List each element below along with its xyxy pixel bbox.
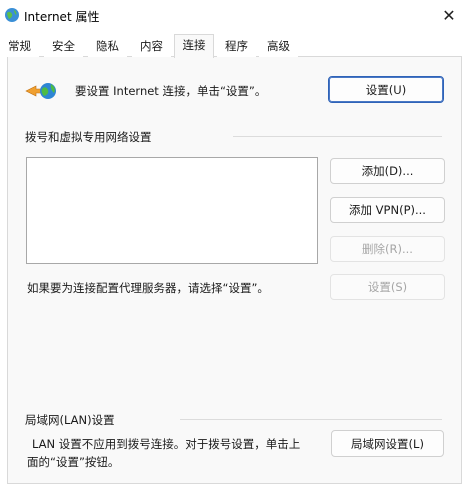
tab-privacy[interactable]: 隐私 bbox=[88, 35, 127, 57]
setup-button[interactable]: 设置(U) bbox=[328, 76, 444, 103]
dialup-group-label: 拨号和虚拟专用网络设置 bbox=[25, 130, 152, 144]
tab-security[interactable]: 安全 bbox=[44, 35, 83, 57]
lan-description-line1: LAN 设置不应用到拨号连接。对于拨号设置，单击上 bbox=[32, 437, 301, 451]
lan-group-divider bbox=[180, 419, 442, 420]
tab-general[interactable]: 常规 bbox=[0, 35, 39, 57]
lan-description-line2: 面的“设置”按钮。 bbox=[27, 455, 120, 469]
add-connection-button[interactable]: 添加(D)... bbox=[330, 158, 445, 184]
connections-list[interactable] bbox=[26, 157, 318, 264]
close-icon: ✕ bbox=[442, 5, 456, 25]
add-vpn-button[interactable]: 添加 VPN(P)... bbox=[330, 197, 445, 223]
tab-connections[interactable]: 连接 bbox=[174, 34, 214, 58]
window-title: Internet 属性 bbox=[24, 10, 100, 24]
lan-group-label: 局域网(LAN)设置 bbox=[25, 413, 115, 427]
setup-description: 要设置 Internet 连接，单击“设置”。 bbox=[75, 84, 267, 98]
tab-programs[interactable]: 程序 bbox=[217, 35, 256, 57]
title-bar: Internet 属性 ✕ bbox=[0, 0, 469, 30]
close-button[interactable]: ✕ bbox=[429, 0, 469, 30]
tab-advanced[interactable]: 高级 bbox=[259, 35, 298, 57]
connection-settings-button[interactable]: 设置(S) bbox=[330, 274, 445, 300]
delete-connection-button[interactable]: 删除(R)... bbox=[330, 236, 445, 262]
connect-wizard-icon bbox=[25, 83, 56, 99]
dialup-group-divider bbox=[233, 136, 442, 137]
tab-content[interactable]: 内容 bbox=[132, 35, 171, 57]
proxy-description: 如果要为连接配置代理服务器，请选择“设置”。 bbox=[27, 281, 269, 295]
lan-settings-button[interactable]: 局域网设置(L) bbox=[331, 430, 444, 457]
internet-options-icon bbox=[5, 8, 19, 22]
